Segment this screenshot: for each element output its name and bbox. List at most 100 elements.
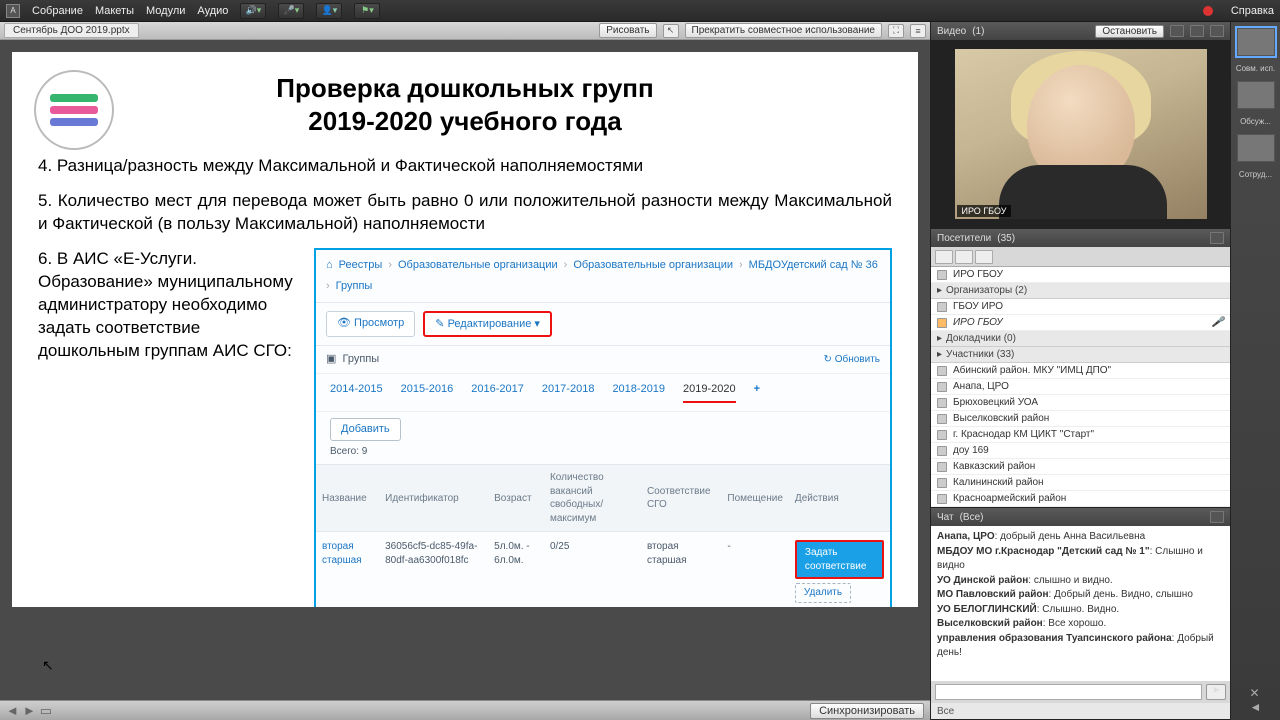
chat-input-bar: ➤	[931, 681, 1230, 703]
attendee-row[interactable]: Абинский район. МКУ "ИМЦ ДПО"	[931, 363, 1230, 379]
microphone-icon[interactable]: 🎤▾	[278, 3, 304, 19]
person-icon	[937, 494, 947, 504]
groups-label: Группы	[343, 352, 380, 367]
presentation-slide: Проверка дошкольных групп2019-2020 учебн…	[12, 52, 918, 607]
table-row: вторая старшая 36056cf5-dc85-49fa-80df-a…	[316, 532, 890, 607]
slide-list-icon[interactable]: ▭	[40, 703, 52, 719]
attendee-row[interactable]: г. Краснодар КМ ЦИКТ "Старт"	[931, 427, 1230, 443]
view-button[interactable]: 👁 Просмотр	[326, 311, 415, 338]
attendee-row[interactable]: доу 169	[931, 443, 1230, 459]
video-panel-header: Видео (1) Остановить	[931, 22, 1230, 40]
year-tab[interactable]: 2015-2016	[401, 382, 454, 403]
org-logo-icon	[34, 70, 114, 150]
raise-hand-icon[interactable]: 👤▾	[316, 3, 342, 19]
person-icon	[937, 462, 947, 472]
total-label: Всего: 9	[316, 443, 890, 465]
embedded-screenshot: ⌂ Реестры› Образовательные организации› …	[314, 248, 892, 607]
attendees-toolbar	[931, 247, 1230, 267]
menu-modules[interactable]: Модули	[146, 5, 185, 17]
breadcrumb: ⌂ Реестры› Образовательные организации› …	[316, 250, 890, 303]
person-icon	[937, 478, 947, 488]
fullscreen-icon[interactable]	[1190, 25, 1204, 37]
group-participants[interactable]: ▸ Участники (33)	[931, 347, 1230, 363]
grid-icon[interactable]	[1170, 25, 1184, 37]
year-tab-active[interactable]: 2019-2020	[683, 382, 736, 403]
person-icon	[937, 302, 947, 312]
attendee-view-icon[interactable]	[955, 250, 973, 264]
share-toolbar: Сентябрь ДОО 2019.pptx Рисовать ↖ Прекра…	[0, 22, 930, 40]
expand-icon[interactable]: ▣	[326, 352, 336, 367]
navigation-bar: ◄ ► ▭ Синхронизировать	[0, 700, 930, 720]
pod-options-icon[interactable]: ≡	[910, 24, 926, 38]
person-icon	[937, 318, 947, 328]
next-slide-button[interactable]: ►	[23, 703, 36, 718]
attendees-title: Посетители	[937, 233, 991, 244]
attendee-row[interactable]: Брюховецкий УОА	[931, 395, 1230, 411]
attendee-row[interactable]: Кавказский район	[931, 459, 1230, 475]
chat-input[interactable]	[935, 684, 1202, 700]
add-year-button[interactable]: +	[754, 382, 760, 403]
pointer-icon[interactable]: ↖	[663, 24, 679, 38]
draw-button[interactable]: Рисовать	[599, 23, 656, 38]
set-match-button[interactable]: Задать соответствие	[795, 540, 884, 579]
person-icon	[937, 430, 947, 440]
person-icon	[937, 398, 947, 408]
menu-meeting[interactable]: Собрание	[32, 5, 83, 17]
attendee-row[interactable]: Калининский район	[931, 475, 1230, 491]
person-icon	[937, 446, 947, 456]
group-organizers[interactable]: ▸ Организаторы (2)	[931, 283, 1230, 299]
speaker-icon[interactable]: 🔊▾	[240, 3, 266, 19]
pod-options-icon[interactable]	[1210, 232, 1224, 244]
layout-thumb[interactable]	[1237, 28, 1275, 56]
slide-text-6: 6. В АИС «Е-Услуги. Образование» муницип…	[38, 248, 298, 607]
send-button[interactable]: ➤	[1206, 684, 1226, 700]
person-icon	[937, 366, 947, 376]
status-icon[interactable]: ⚑▾	[354, 3, 380, 19]
year-tab[interactable]: 2016-2017	[471, 382, 524, 403]
group-presenters[interactable]: ▸ Докладчики (0)	[931, 331, 1230, 347]
person-icon	[937, 414, 947, 424]
menu-audio[interactable]: Аудио	[197, 5, 228, 17]
chat-panel-header: Чат (Все)	[931, 508, 1230, 526]
attendee-row[interactable]: Красноармейский район	[931, 491, 1230, 507]
sync-button[interactable]: Синхронизировать	[810, 703, 924, 719]
attendee-row[interactable]: Анапа, ЦРО	[931, 379, 1230, 395]
prev-slide-button[interactable]: ◄	[6, 703, 19, 718]
slide-text-5: 5. Количество мест для перевода может бы…	[38, 190, 892, 236]
document-tab[interactable]: Сентябрь ДОО 2019.pptx	[4, 23, 139, 38]
slide-title: Проверка дошкольных групп2019-2020 учебн…	[38, 72, 892, 137]
stop-video-button[interactable]: Остановить	[1095, 25, 1164, 38]
groups-table: НазваниеИдентификаторВозраст Количество …	[316, 464, 890, 607]
year-tab[interactable]: 2018-2019	[612, 382, 665, 403]
chat-title: Чат	[937, 512, 954, 523]
collapse-icon[interactable]: ✕◄	[1250, 686, 1262, 720]
attendee-view-icon[interactable]	[935, 250, 953, 264]
menu-help[interactable]: Справка	[1231, 5, 1274, 17]
app-menubar: A Собрание Макеты Модули Аудио 🔊▾ 🎤▾ 👤▾ …	[0, 0, 1280, 22]
layout-thumb[interactable]	[1237, 134, 1275, 162]
slide-text-4: 4. Разница/разность между Максимальной и…	[38, 155, 892, 178]
year-tab[interactable]: 2014-2015	[330, 382, 383, 403]
pod-options-icon[interactable]	[1210, 511, 1224, 523]
add-group-button[interactable]: Добавить	[330, 418, 401, 441]
menu-layouts[interactable]: Макеты	[95, 5, 134, 17]
stop-sharing-button[interactable]: Прекратить совместное использование	[685, 23, 883, 38]
year-tab[interactable]: 2017-2018	[542, 382, 595, 403]
refresh-button[interactable]: ↻ Обновить	[824, 353, 880, 367]
attendee-row[interactable]: ИРО ГБОУ🎤	[931, 315, 1230, 331]
chat-scope-selector[interactable]: Все	[931, 703, 1230, 719]
video-feed: ИРО ГБОУ	[931, 40, 1230, 228]
attendee-row[interactable]: ГБОУ ИРО	[931, 299, 1230, 315]
group-name-link[interactable]: вторая старшая	[316, 532, 379, 607]
delete-button[interactable]: Удалить	[795, 583, 851, 603]
fullscreen-icon[interactable]: ⛶	[888, 24, 904, 38]
layout-thumbnails: Совм. исп. Обсуж... Сотруд... ✕◄	[1230, 22, 1280, 720]
person-icon	[937, 382, 947, 392]
attendees-panel-header: Посетители (35)	[931, 229, 1230, 247]
attendee-self[interactable]: ИРО ГБОУ	[931, 267, 1230, 283]
attendee-view-icon[interactable]	[975, 250, 993, 264]
attendee-row[interactable]: Выселковский район	[931, 411, 1230, 427]
layout-thumb[interactable]	[1237, 81, 1275, 109]
pod-options-icon[interactable]	[1210, 25, 1224, 37]
edit-button[interactable]: ✎ Редактирование ▾	[423, 311, 552, 338]
